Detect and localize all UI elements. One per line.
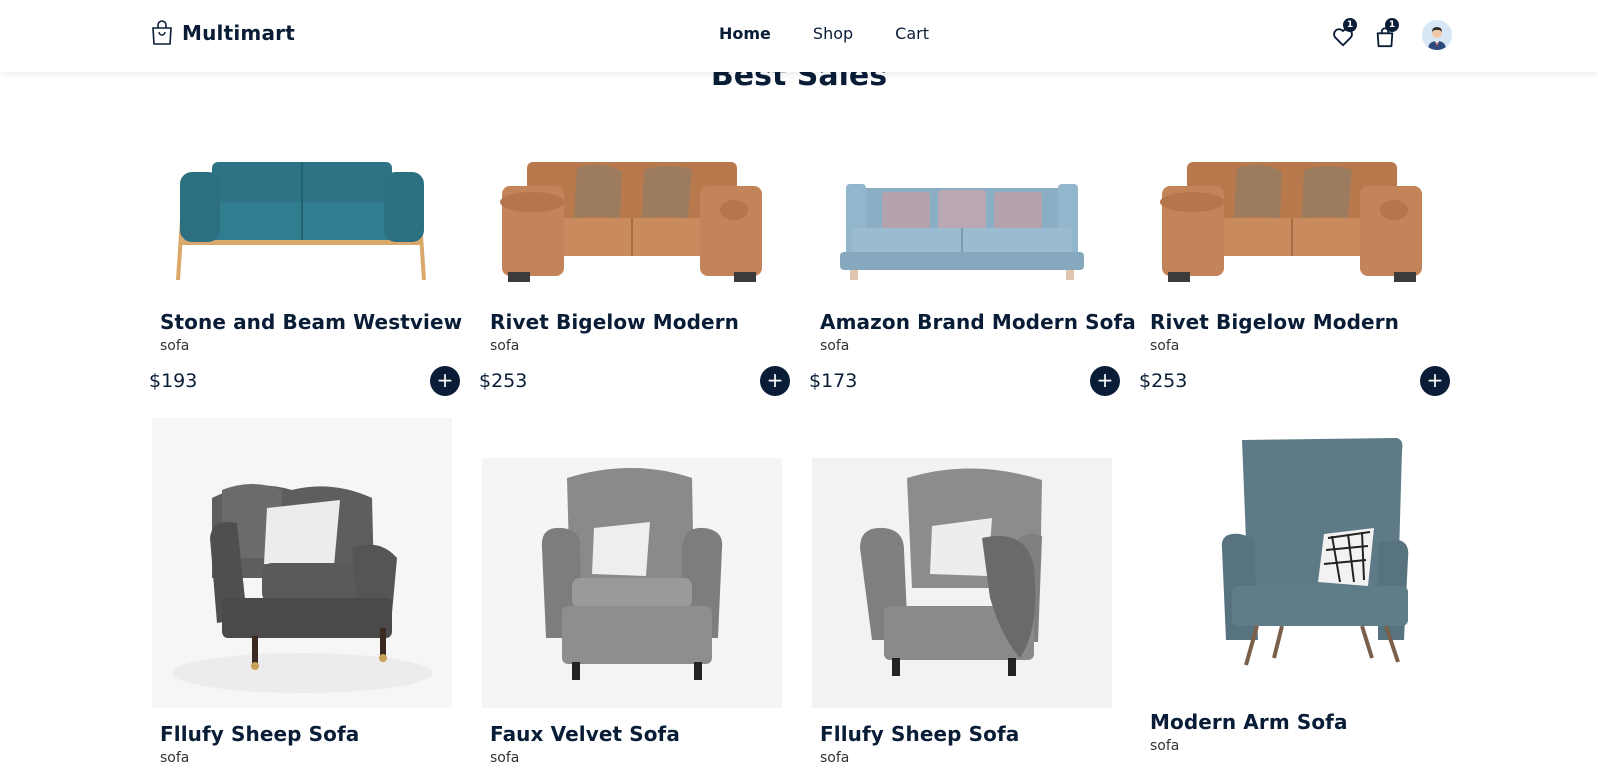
shopping-bag-icon bbox=[152, 20, 172, 45]
product-price: $253 bbox=[479, 370, 528, 392]
tan-sofa-image bbox=[500, 162, 762, 282]
product-category: sofa bbox=[820, 750, 850, 766]
top-header: Multimart Home Shop Cart 1 1 bbox=[0, 0, 1598, 72]
product-category: sofa bbox=[160, 338, 190, 354]
product-price: $173 bbox=[809, 370, 858, 392]
product-category: sofa bbox=[490, 338, 520, 354]
grey-armchair-throw-image bbox=[812, 458, 1112, 708]
product-card[interactable]: Stone and Beam Westview sofa $193 + bbox=[149, 120, 462, 410]
blue-sofa-image bbox=[840, 184, 1084, 280]
grey-armchair-image bbox=[152, 418, 452, 708]
product-price: $253 bbox=[1139, 370, 1188, 392]
tan-sofa-image bbox=[1160, 162, 1422, 282]
grey-wingback-chair-image bbox=[482, 458, 782, 708]
product-image[interactable] bbox=[152, 120, 452, 410]
add-to-cart-button[interactable]: + bbox=[430, 366, 460, 396]
user-avatar[interactable] bbox=[1422, 20, 1452, 50]
product-category: sofa bbox=[1150, 738, 1180, 754]
product-name[interactable]: Stone and Beam Westview bbox=[160, 310, 462, 334]
product-card[interactable]: Rivet Bigelow Modern sofa $253 + bbox=[1139, 120, 1450, 410]
cart-button[interactable]: 1 bbox=[1374, 18, 1400, 48]
product-image[interactable] bbox=[152, 418, 452, 708]
product-name[interactable]: Rivet Bigelow Modern bbox=[1150, 310, 1399, 334]
product-image[interactable] bbox=[812, 418, 1112, 708]
product-category: sofa bbox=[1150, 338, 1180, 354]
product-image[interactable] bbox=[482, 418, 782, 708]
wishlist-button[interactable]: 1 bbox=[1332, 18, 1358, 48]
add-to-cart-button[interactable]: + bbox=[760, 366, 790, 396]
wishlist-count-badge: 1 bbox=[1343, 18, 1357, 32]
product-image[interactable] bbox=[1142, 120, 1442, 410]
product-category: sofa bbox=[490, 750, 520, 766]
product-card[interactable]: Fllufy Sheep Sofa sofa bbox=[152, 418, 452, 766]
product-name[interactable]: Faux Velvet Sofa bbox=[490, 722, 680, 746]
product-category: sofa bbox=[160, 750, 190, 766]
product-name[interactable]: Fllufy Sheep Sofa bbox=[160, 722, 359, 746]
product-name[interactable]: Rivet Bigelow Modern bbox=[490, 310, 739, 334]
header-actions: 1 1 bbox=[1332, 18, 1452, 50]
product-image[interactable] bbox=[482, 120, 782, 410]
product-card[interactable]: Modern Arm Sofa sofa bbox=[1142, 430, 1442, 754]
product-card[interactable]: Faux Velvet Sofa sofa bbox=[482, 418, 782, 766]
product-card[interactable]: Amazon Brand Modern Sofa sofa $173 + bbox=[809, 120, 1136, 410]
product-card[interactable]: Fllufy Sheep Sofa sofa bbox=[812, 418, 1112, 766]
add-to-cart-button[interactable]: + bbox=[1090, 366, 1120, 396]
product-price: $193 bbox=[149, 370, 198, 392]
nav-cart[interactable]: Cart bbox=[895, 24, 929, 43]
add-to-cart-button[interactable]: + bbox=[1420, 366, 1450, 396]
nav-shop[interactable]: Shop bbox=[813, 24, 853, 43]
brand-name: Multimart bbox=[182, 21, 295, 45]
slate-wingback-chair-image bbox=[1221, 438, 1409, 666]
product-name[interactable]: Modern Arm Sofa bbox=[1150, 710, 1348, 734]
user-avatar-icon bbox=[1422, 20, 1452, 50]
nav-home[interactable]: Home bbox=[719, 24, 771, 43]
product-category: sofa bbox=[820, 338, 850, 354]
product-card[interactable]: Rivet Bigelow Modern sofa $253 + bbox=[479, 120, 790, 410]
cart-count-badge: 1 bbox=[1385, 18, 1399, 32]
main-nav: Home Shop Cart bbox=[719, 24, 929, 43]
teal-sofa-image bbox=[176, 162, 426, 281]
product-name[interactable]: Fllufy Sheep Sofa bbox=[820, 722, 1019, 746]
brand-logo[interactable]: Multimart bbox=[150, 20, 295, 46]
product-name[interactable]: Amazon Brand Modern Sofa bbox=[820, 310, 1136, 334]
product-image[interactable] bbox=[812, 120, 1112, 410]
product-image[interactable] bbox=[1142, 430, 1442, 720]
